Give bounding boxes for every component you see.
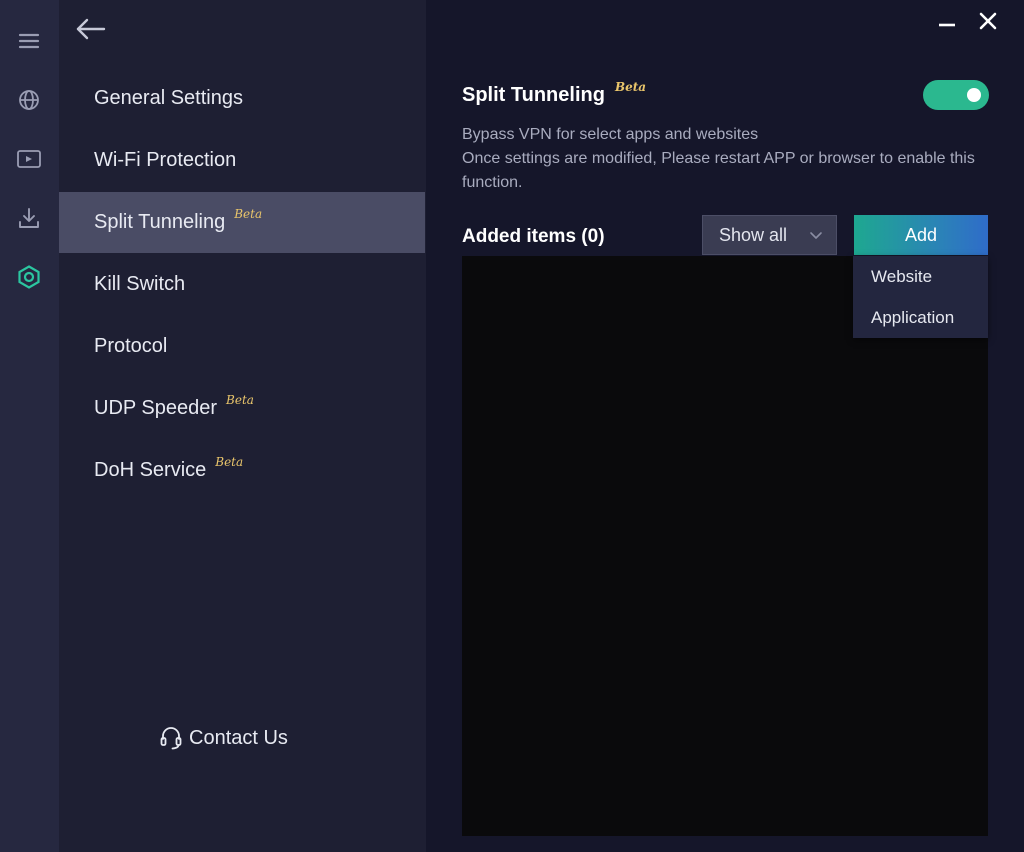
filter-select[interactable]: Show all	[702, 215, 837, 255]
added-items-label: Added items (0)	[462, 226, 605, 247]
menu-item-label: DoH Service	[94, 459, 207, 481]
menu-item-wifi-protection[interactable]: Wi-Fi Protection	[59, 130, 425, 191]
chevron-down-icon	[810, 232, 822, 239]
globe-icon[interactable]	[10, 81, 48, 119]
beta-badge: Beta	[226, 392, 254, 407]
menu-item-label: Split Tunneling	[94, 211, 226, 233]
headset-icon	[160, 727, 182, 750]
menu-item-general-settings[interactable]: General Settings	[59, 68, 425, 129]
menu-item-label: Wi-Fi Protection	[94, 149, 237, 171]
settings-menu: General Settings Wi-Fi Protection Split …	[59, 0, 426, 852]
settings-icon[interactable]	[10, 258, 48, 296]
close-icon[interactable]	[973, 6, 1003, 36]
description-line: Bypass VPN for select apps and websites	[462, 126, 759, 143]
beta-badge: Beta	[614, 80, 647, 94]
menu-item-doh-service[interactable]: DoH Service Beta	[59, 440, 425, 501]
menu-item-split-tunneling[interactable]: Split Tunneling Beta	[59, 192, 425, 253]
icon-rail	[0, 0, 59, 852]
media-icon[interactable]	[10, 140, 48, 178]
contact-us-link[interactable]: Contact Us	[159, 722, 288, 754]
dropdown-item-website[interactable]: Website	[853, 256, 988, 297]
menu-item-label: General Settings	[94, 87, 243, 109]
download-icon[interactable]	[10, 199, 48, 237]
menu-item-label: Protocol	[94, 335, 168, 357]
dropdown-item-application[interactable]: Application	[853, 297, 988, 338]
back-arrow-icon[interactable]	[73, 14, 109, 44]
minimize-icon[interactable]	[932, 6, 962, 36]
beta-badge: Beta	[234, 206, 263, 221]
page-title-text: Split Tunneling	[462, 84, 605, 106]
menu-item-label: Kill Switch	[94, 273, 186, 295]
menu-item-label: UDP Speeder	[94, 397, 218, 419]
description-note: Once settings are modified, Please resta…	[462, 150, 975, 191]
filter-select-value: Show all	[719, 224, 788, 245]
contact-us-label: Contact Us	[189, 726, 288, 749]
add-button[interactable]: Add	[854, 215, 988, 255]
menu-icon[interactable]	[10, 22, 48, 60]
main-panel: Split Tunneling Beta Bypass VPN for selec…	[426, 0, 1024, 852]
add-dropdown-menu: Website Application	[853, 256, 988, 338]
menu-item-udp-speeder[interactable]: UDP Speeder Beta	[59, 378, 425, 439]
menu-item-protocol[interactable]: Protocol	[59, 316, 425, 377]
page-title: Split Tunneling Beta	[462, 80, 646, 107]
menu-item-kill-switch[interactable]: Kill Switch	[59, 254, 425, 315]
added-items-list	[462, 256, 988, 836]
beta-badge: Beta	[215, 454, 244, 469]
split-tunneling-toggle[interactable]	[923, 80, 989, 110]
toggle-knob	[967, 88, 981, 102]
